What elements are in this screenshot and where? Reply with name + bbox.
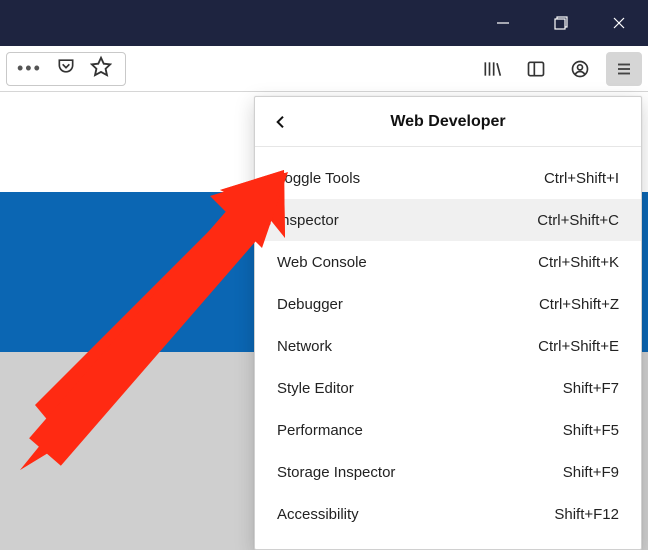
hamburger-menu-button[interactable] — [606, 52, 642, 86]
browser-toolbar: ••• — [0, 46, 648, 92]
menu-item-label: Accessibility — [277, 506, 359, 523]
menu-back-button[interactable] — [269, 110, 293, 134]
sidebars-icon — [526, 59, 546, 79]
menu-item-shortcut: Shift+F5 — [563, 422, 619, 439]
hamburger-icon — [615, 60, 633, 78]
menu-item-debugger[interactable]: Debugger Ctrl+Shift+Z — [255, 283, 641, 325]
menu-item-label: Web Console — [277, 254, 367, 271]
menu-list: Toggle Tools Ctrl+Shift+I Inspector Ctrl… — [255, 147, 641, 549]
maximize-button[interactable] — [532, 0, 590, 46]
sidebars-button[interactable] — [518, 52, 554, 86]
menu-item-label: Toggle Tools — [277, 170, 360, 187]
minimize-button[interactable] — [474, 0, 532, 46]
web-developer-menu: Web Developer Toggle Tools Ctrl+Shift+I … — [254, 96, 642, 550]
menu-item-shortcut: Ctrl+Shift+E — [538, 338, 619, 355]
menu-item-shortcut: Ctrl+Shift+Z — [539, 296, 619, 313]
window-titlebar — [0, 0, 648, 46]
menu-item-accessibility[interactable]: Accessibility Shift+F12 — [255, 493, 641, 535]
menu-item-shortcut: Ctrl+Shift+I — [544, 170, 619, 187]
menu-item-shortcut: Shift+F9 — [563, 464, 619, 481]
account-button[interactable] — [562, 52, 598, 86]
menu-item-performance[interactable]: Performance Shift+F5 — [255, 409, 641, 451]
menu-item-label: Debugger — [277, 296, 343, 313]
close-button[interactable] — [590, 0, 648, 46]
page-actions-icon[interactable]: ••• — [17, 58, 42, 79]
menu-item-inspector[interactable]: Inspector Ctrl+Shift+C — [255, 199, 641, 241]
chevron-left-icon — [273, 114, 289, 130]
menu-item-web-console[interactable]: Web Console Ctrl+Shift+K — [255, 241, 641, 283]
menu-item-label: Storage Inspector — [277, 464, 395, 481]
pocket-icon[interactable] — [56, 56, 76, 81]
menu-item-shortcut: Shift+F7 — [563, 380, 619, 397]
menu-item-label: Inspector — [277, 212, 339, 229]
menu-item-shortcut: Ctrl+Shift+C — [537, 212, 619, 229]
library-button[interactable] — [474, 52, 510, 86]
menu-item-storage-inspector[interactable]: Storage Inspector Shift+F9 — [255, 451, 641, 493]
close-icon — [612, 16, 626, 30]
menu-item-shortcut: Ctrl+Shift+K — [538, 254, 619, 271]
menu-item-network[interactable]: Network Ctrl+Shift+E — [255, 325, 641, 367]
menu-item-style-editor[interactable]: Style Editor Shift+F7 — [255, 367, 641, 409]
menu-title: Web Developer — [255, 113, 641, 131]
menu-item-label: Performance — [277, 422, 363, 439]
bookmark-star-icon[interactable] — [90, 55, 112, 82]
toolbar-icon-group — [474, 52, 642, 86]
library-icon — [482, 59, 502, 79]
url-bar[interactable]: ••• — [6, 52, 126, 86]
menu-item-label: Network — [277, 338, 332, 355]
menu-header: Web Developer — [255, 97, 641, 147]
menu-item-label: Style Editor — [277, 380, 354, 397]
minimize-icon — [496, 16, 510, 30]
menu-item-shortcut: Shift+F12 — [554, 506, 619, 523]
account-icon — [570, 59, 590, 79]
menu-item-toggle-tools[interactable]: Toggle Tools Ctrl+Shift+I — [255, 157, 641, 199]
maximize-icon — [554, 16, 568, 30]
